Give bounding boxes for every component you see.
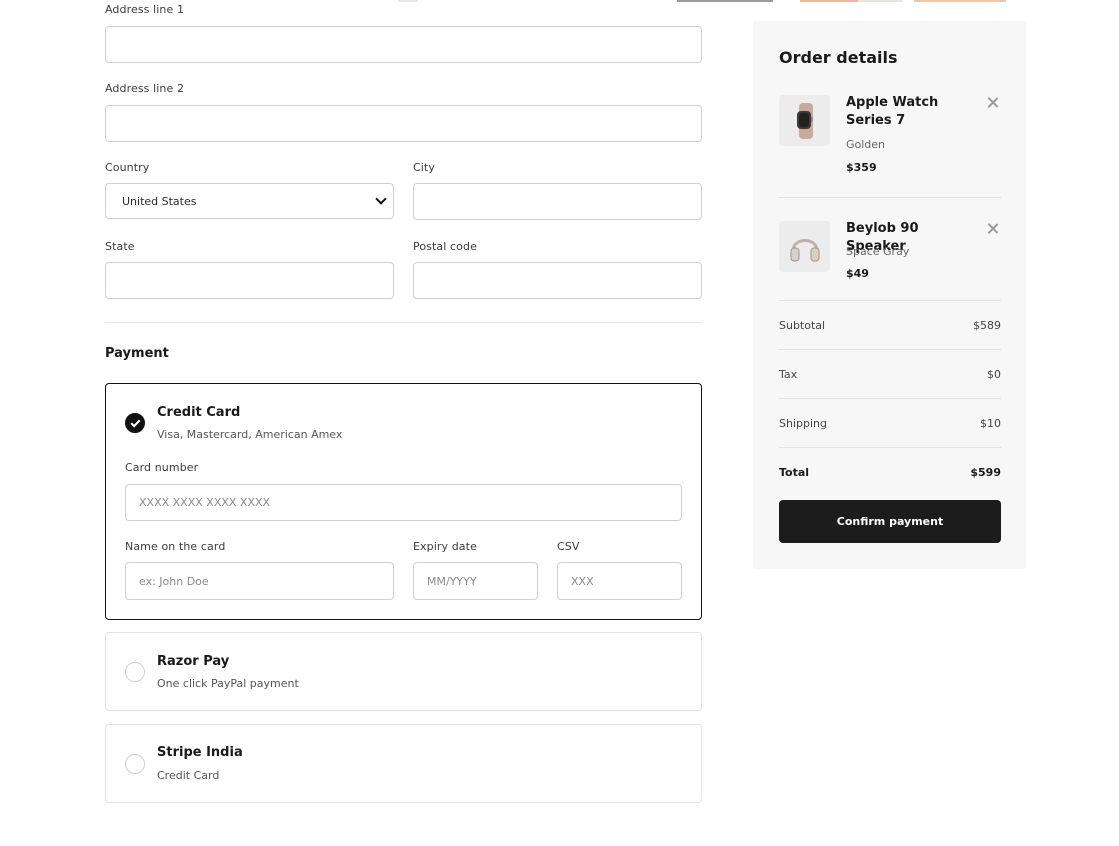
check-icon (130, 417, 140, 427)
subtotal-value: $589 (973, 319, 1001, 332)
payment-option-razor-pay[interactable]: Razor Pay One click PayPal payment (105, 632, 702, 711)
expiry-date-input[interactable] (413, 562, 538, 600)
total-value: $599 (970, 466, 1001, 479)
country-select[interactable]: United States (105, 183, 394, 219)
top-image-edge (398, 0, 418, 2)
cart-item-variant: Golden (846, 138, 886, 151)
section-divider (105, 322, 702, 323)
expiry-date-label: Expiry date (413, 540, 477, 553)
cart-item-price: $49 (846, 267, 869, 280)
state-input[interactable] (105, 262, 394, 299)
summary-divider (779, 300, 1001, 301)
payment-option-credit-card[interactable]: Credit Card Visa, Mastercard, American A… (105, 383, 702, 620)
confirm-payment-button[interactable]: Confirm payment (779, 500, 1001, 543)
address-line2-input[interactable] (105, 105, 702, 142)
order-details-title: Order details (779, 48, 898, 67)
card-number-label: Card number (125, 461, 199, 474)
country-select-value: United States (122, 194, 197, 208)
total-label: Total (779, 466, 810, 479)
card-name-input[interactable] (125, 562, 394, 600)
payment-method-name: Razor Pay (157, 654, 230, 669)
top-image-edge (677, 0, 773, 2)
csv-input[interactable] (557, 562, 682, 600)
headphones-icon (790, 238, 819, 261)
country-label: Country (105, 161, 150, 174)
payment-option-stripe-india[interactable]: Stripe India Credit Card (105, 724, 702, 803)
top-image-edge (914, 0, 1006, 2)
tax-value: $0 (987, 368, 1001, 381)
csv-label: CSV (557, 540, 580, 553)
stripe-india-radio[interactable] (125, 754, 145, 774)
summary-divider (779, 447, 1001, 448)
address-line1-input[interactable] (105, 26, 702, 63)
cart-item-variant: Space Gray (846, 245, 910, 258)
card-number-input[interactable] (125, 484, 682, 521)
top-image-edge (858, 0, 902, 2)
watch-icon (796, 102, 813, 139)
subtotal-label: Subtotal (779, 319, 826, 332)
cart-item-price: $359 (846, 161, 877, 174)
checkout-page: Address line 1 Address line 2 Country Un… (0, 0, 1119, 846)
summary-divider (779, 398, 1001, 399)
remove-item-button[interactable] (985, 221, 1001, 237)
product-thumbnail (779, 221, 830, 272)
shipping-value: $10 (980, 417, 1001, 430)
top-image-edge (800, 0, 858, 2)
address-line1-label: Address line 1 (105, 3, 185, 16)
postal-code-input[interactable] (413, 262, 702, 299)
order-details-panel: Order details Apple Watch Series 7 Golde… (753, 21, 1026, 569)
product-thumbnail (779, 95, 830, 146)
card-name-label: Name on the card (125, 540, 226, 553)
payment-title: Payment (105, 346, 169, 361)
payment-method-name: Stripe India (157, 745, 243, 760)
summary-divider (779, 349, 1001, 350)
tax-label: Tax (779, 368, 798, 381)
chevron-down-icon (375, 193, 387, 205)
razor-pay-radio[interactable] (125, 662, 145, 682)
address-line2-label: Address line 2 (105, 82, 185, 95)
state-label: State (105, 240, 135, 253)
cart-item-name: Apple Watch Series 7 (846, 95, 939, 128)
city-label: City (413, 161, 435, 174)
city-input[interactable] (413, 183, 702, 220)
item-divider (779, 197, 1001, 198)
payment-method-name: Credit Card (157, 405, 241, 420)
payment-method-description: Visa, Mastercard, American Amex (157, 428, 343, 441)
credit-card-radio[interactable] (125, 413, 145, 433)
remove-item-button[interactable] (985, 95, 1001, 111)
shipping-label: Shipping (779, 417, 827, 430)
payment-method-description: Credit Card (157, 769, 220, 782)
postal-code-label: Postal code (413, 240, 477, 253)
payment-method-description: One click PayPal payment (157, 677, 299, 690)
